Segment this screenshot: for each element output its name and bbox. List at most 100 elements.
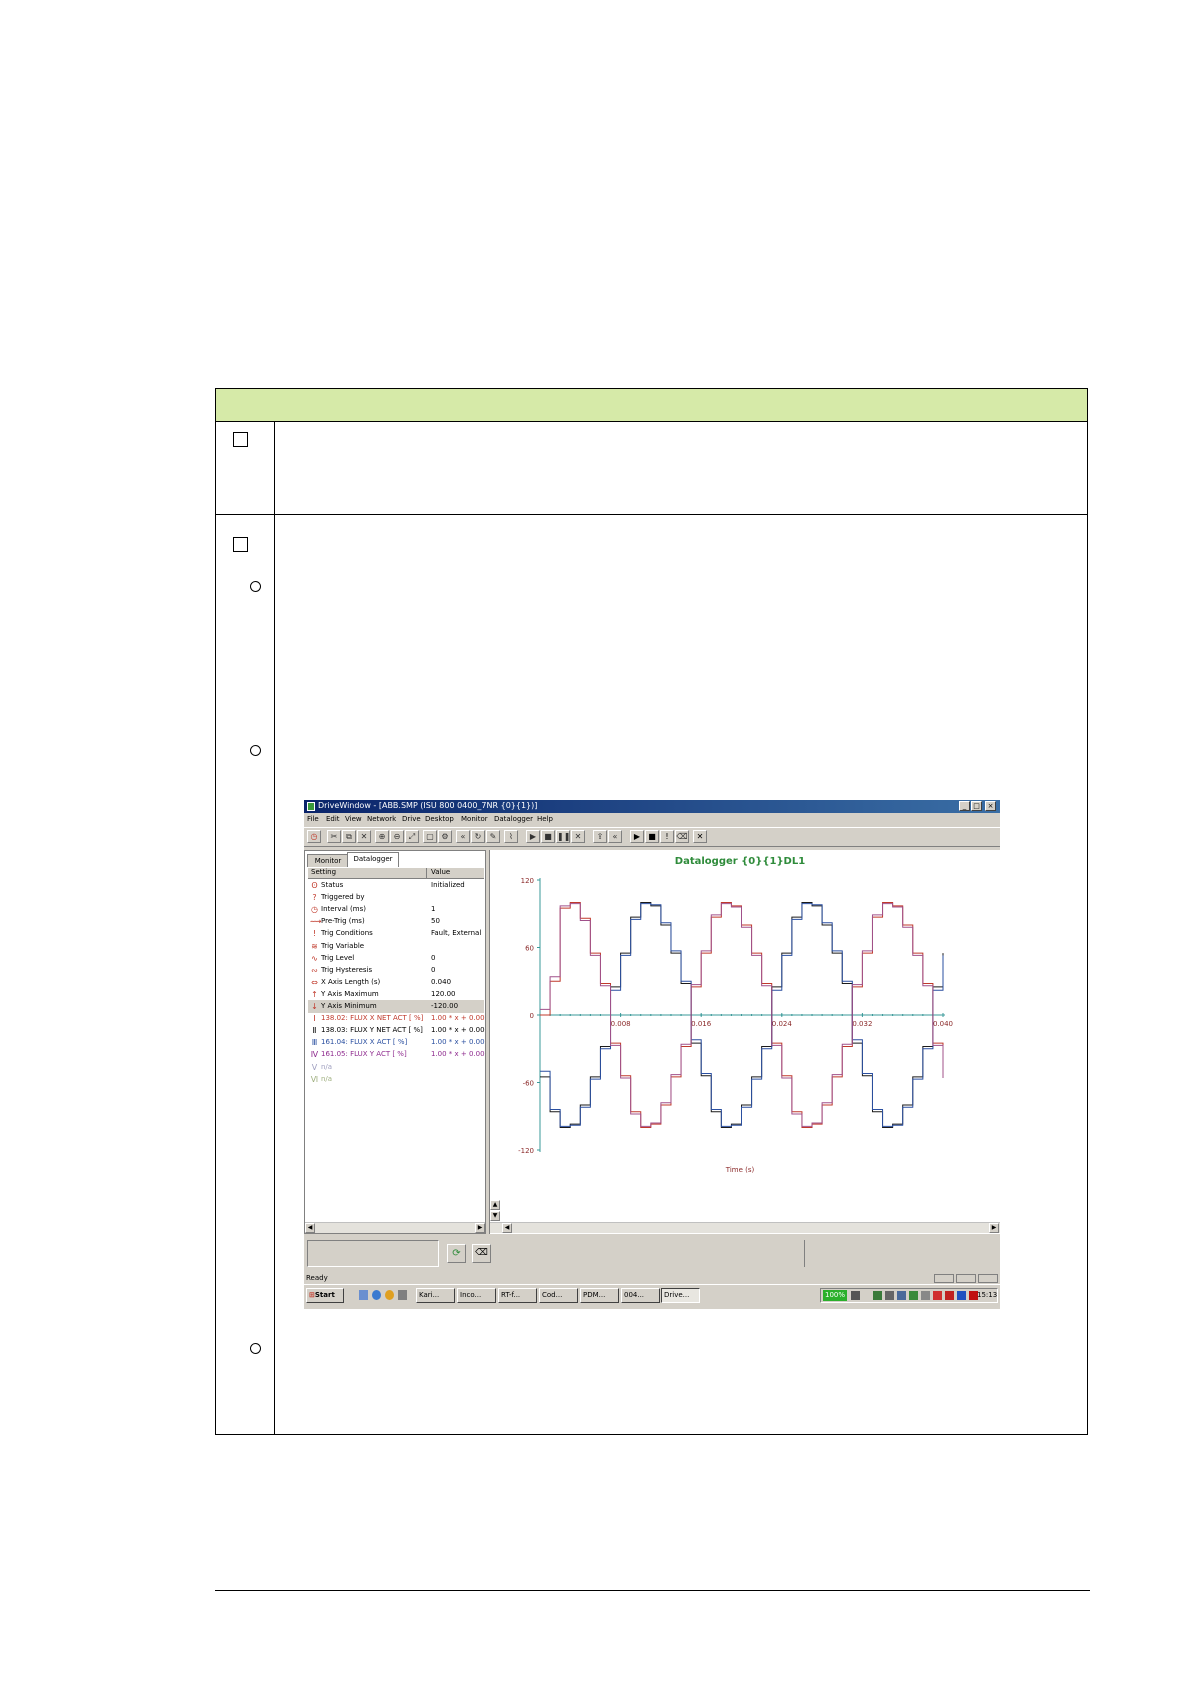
settings-row[interactable]: ↑ Y Axis Maximum 120.00 <box>308 988 484 1001</box>
settings-row[interactable]: ʘ Status Initialized <box>308 879 484 892</box>
scroll-left-icon[interactable]: ◀ <box>305 1223 315 1233</box>
settings-row[interactable]: ↓ Y Axis Minimum -120.00 <box>308 1000 484 1013</box>
tab-datalogger[interactable]: Datalogger <box>347 852 399 867</box>
apply-icon[interactable]: ⟳ <box>447 1244 466 1263</box>
y-tick-label: 120 <box>521 877 534 885</box>
settings-row[interactable]: Ⅴn/a <box>308 1061 484 1074</box>
halt-icon[interactable]: ■ <box>645 830 659 843</box>
tray-icon-1[interactable] <box>873 1291 882 1300</box>
delete-icon[interactable]: ✕ <box>357 830 371 843</box>
settings-row[interactable]: ? Triggered by <box>308 891 484 904</box>
stop-icon[interactable]: ■ <box>541 830 555 843</box>
network-icon[interactable] <box>851 1291 860 1300</box>
task-button[interactable]: Cod... <box>539 1288 578 1303</box>
settings-row[interactable]: ⇔ X Axis Length (s) 0.040 <box>308 976 484 989</box>
setting-name: Status <box>321 881 344 889</box>
menu-monitor[interactable]: Monitor <box>461 815 488 823</box>
play-icon[interactable]: ▶ <box>526 830 540 843</box>
clock-icon[interactable]: ◷ <box>307 830 321 843</box>
chart-scroll-left-icon[interactable]: ◀ <box>502 1223 512 1233</box>
cancel-icon[interactable]: ✕ <box>571 830 585 843</box>
settings-row[interactable]: ◷ Interval (ms) 1 <box>308 903 484 916</box>
rewind-icon[interactable]: « <box>456 830 470 843</box>
tray-icon-4[interactable] <box>909 1291 918 1300</box>
task-button[interactable]: RT-f... <box>498 1288 537 1303</box>
desktop-icon[interactable] <box>359 1290 368 1300</box>
settings-row[interactable]: Ⅵn/a <box>308 1073 484 1086</box>
maximize-button[interactable]: □ <box>971 801 982 811</box>
upload-icon[interactable]: ⇪ <box>593 830 607 843</box>
chart-scroll-right-icon[interactable]: ▶ <box>989 1223 999 1233</box>
menu-datalogger[interactable]: Datalogger <box>494 815 533 823</box>
chart-scroll-down-icon[interactable]: ▼ <box>490 1211 500 1221</box>
menu-edit[interactable]: Edit <box>326 815 340 823</box>
cut-icon[interactable]: ✂ <box>327 830 341 843</box>
settings-row[interactable]: ∾ Trig Hysteresis 0 <box>308 964 484 977</box>
task-button[interactable]: Drive... <box>661 1288 700 1303</box>
settings-row[interactable]: ⟿ Pre-Trig (ms) 50 <box>308 915 484 928</box>
task-button[interactable]: 004... <box>621 1288 660 1303</box>
settings-row[interactable]: ∿ Trig Level 0 <box>308 952 484 965</box>
tray-icon-5[interactable] <box>921 1291 930 1300</box>
settings-row[interactable]: ! Trig Conditions Fault, External <box>308 927 484 940</box>
header-setting: Setting <box>311 868 337 876</box>
zoom-out-icon[interactable]: ⊖ <box>390 830 404 843</box>
settings-row[interactable]: Ⅳ 161.05: FLUX Y ACT [ %] 1.00 * x + 0.00 <box>308 1048 485 1061</box>
value-entry-box[interactable] <box>307 1240 439 1267</box>
task-button[interactable]: PDM... <box>580 1288 619 1303</box>
menu-drive[interactable]: Drive <box>402 815 421 823</box>
settings-icon[interactable]: ⚙ <box>438 830 452 843</box>
refresh-icon[interactable]: ↻ <box>471 830 485 843</box>
channel-3-icon: Ⅲ <box>311 1038 318 1048</box>
chart-title: Datalogger {0}{1}DL1 <box>675 856 805 867</box>
explorer-icon[interactable] <box>398 1290 407 1300</box>
alert-icon[interactable]: ! <box>660 830 674 843</box>
step-2-checkbox[interactable] <box>233 537 248 552</box>
menu-help[interactable]: Help <box>537 815 553 823</box>
new-icon[interactable]: ▢ <box>423 830 437 843</box>
scroll-right-icon[interactable]: ▶ <box>475 1223 485 1233</box>
task-button[interactable]: Kari... <box>416 1288 455 1303</box>
run-icon[interactable]: ▶ <box>630 830 644 843</box>
left-horizontal-scrollbar[interactable]: ◀ ▶ <box>305 1222 485 1233</box>
setting-value: -120.00 <box>431 1002 459 1010</box>
tray-icon-7[interactable] <box>945 1291 954 1300</box>
setting-name: Pre-Trig (ms) <box>321 917 365 926</box>
zoom-in-icon[interactable]: ⊕ <box>375 830 389 843</box>
menu-desktop[interactable]: Desktop <box>425 815 454 823</box>
outlook-icon[interactable] <box>385 1290 394 1300</box>
tray-icon-3[interactable] <box>897 1291 906 1300</box>
back-icon[interactable]: « <box>608 830 622 843</box>
clear-icon[interactable]: ⌫ <box>472 1244 491 1263</box>
close-button[interactable]: × <box>985 801 996 811</box>
ie-icon[interactable] <box>372 1290 381 1300</box>
settings-row[interactable]: Ⅱ 138.03: FLUX Y NET ACT [ %] 1.00 * x + 0… <box>308 1024 485 1037</box>
menu-network[interactable]: Network <box>367 815 396 823</box>
drivewindow-window: DriveWindow - [ABB.SMP (ISU 800 0400_7NR… <box>304 800 1000 1309</box>
task-button[interactable]: Inco... <box>457 1288 496 1303</box>
tray-icon-8[interactable] <box>957 1291 966 1300</box>
zoom-fit-icon[interactable]: ⤢ <box>405 830 419 843</box>
pause-icon[interactable]: ❚❚ <box>556 830 570 843</box>
eraser-icon[interactable]: ⌫ <box>675 830 689 843</box>
settings-row[interactable]: Ⅲ 161.04: FLUX X ACT [ %] 1.00 * x + 0.00 <box>308 1036 485 1049</box>
minimize-button[interactable]: _ <box>959 801 970 811</box>
tab-monitor[interactable]: Monitor <box>307 854 349 867</box>
start-button[interactable]: ⊞Start <box>306 1288 344 1303</box>
tray-icon-2[interactable] <box>885 1291 894 1300</box>
close-drive-icon[interactable]: ✕ <box>693 830 707 843</box>
column-divider <box>274 422 275 1434</box>
graph-icon[interactable]: ⌇ <box>504 830 518 843</box>
step-1-checkbox[interactable] <box>233 432 248 447</box>
chart-horizontal-scrollbar[interactable]: ◀ ▶ <box>490 1222 1000 1233</box>
settings-row[interactable]: ≋ Trig Variable <box>308 940 484 953</box>
bottom-panel: ⟳ ⌫ <box>304 1236 1000 1272</box>
settings-row[interactable]: Ⅰ 138.02: FLUX X NET ACT [ %] 1.00 * x + 0… <box>308 1012 484 1025</box>
menu-view[interactable]: View <box>345 815 362 823</box>
edit-icon[interactable]: ✎ <box>486 830 500 843</box>
chart-scroll-up-icon[interactable]: ▲ <box>490 1200 500 1210</box>
system-tray: 100% 15:13 <box>820 1288 998 1303</box>
copy-icon[interactable]: ⧉ <box>342 830 356 843</box>
menu-file[interactable]: File <box>307 815 319 823</box>
tray-icon-6[interactable] <box>933 1291 942 1300</box>
